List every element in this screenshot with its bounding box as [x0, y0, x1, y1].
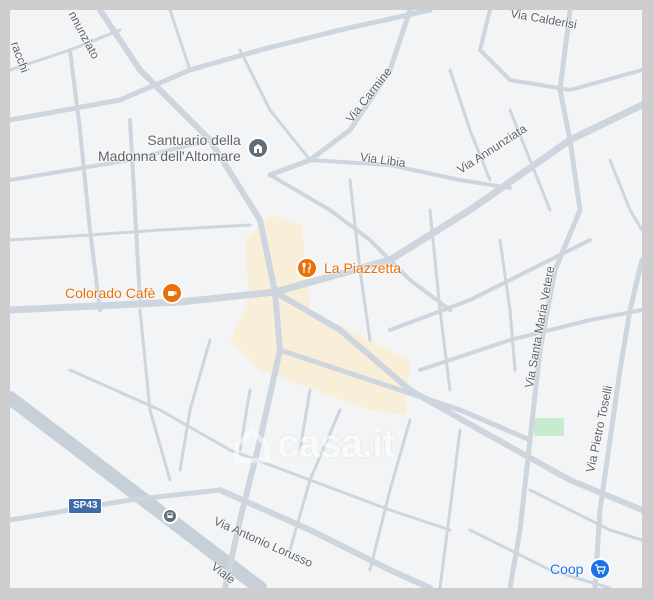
coffee-cup-icon: [161, 282, 184, 304]
watermark-text: casa.it: [277, 422, 396, 466]
poi-colorado-cafe-name: Colorado Cafè: [65, 285, 156, 301]
poi-santuario[interactable]: Santuario della Madonna dell'Altomare: [98, 132, 269, 164]
poi-coop-name: Coop: [550, 561, 584, 577]
restaurant-icon: [296, 257, 318, 279]
shopping-cart-icon: [589, 558, 612, 580]
house-icon: [234, 428, 270, 463]
poi-la-piazzetta-name: La Piazzetta: [324, 260, 402, 276]
park-area: [534, 418, 564, 436]
poi-colorado-cafe[interactable]: Colorado Cafè: [65, 282, 184, 304]
watermark-logo: casa.it: [233, 422, 396, 467]
poi-coop[interactable]: Coop: [550, 558, 612, 580]
poi-santuario-name: Santuario della Madonna dell'Altomare: [98, 132, 241, 164]
bus-stop-icon[interactable]: [162, 508, 178, 524]
poi-santuario-line1: Santuario della: [147, 132, 241, 148]
church-icon: [246, 137, 269, 159]
poi-la-piazzetta[interactable]: La Piazzetta: [296, 257, 401, 279]
road-shield-sp43: SP43: [68, 498, 103, 514]
map-frame: Via Calderisi Via Carmine Via Libia Via …: [0, 0, 654, 600]
poi-santuario-line2: Madonna dell'Altomare: [98, 148, 241, 164]
map-canvas[interactable]: Via Calderisi Via Carmine Via Libia Via …: [10, 10, 642, 588]
